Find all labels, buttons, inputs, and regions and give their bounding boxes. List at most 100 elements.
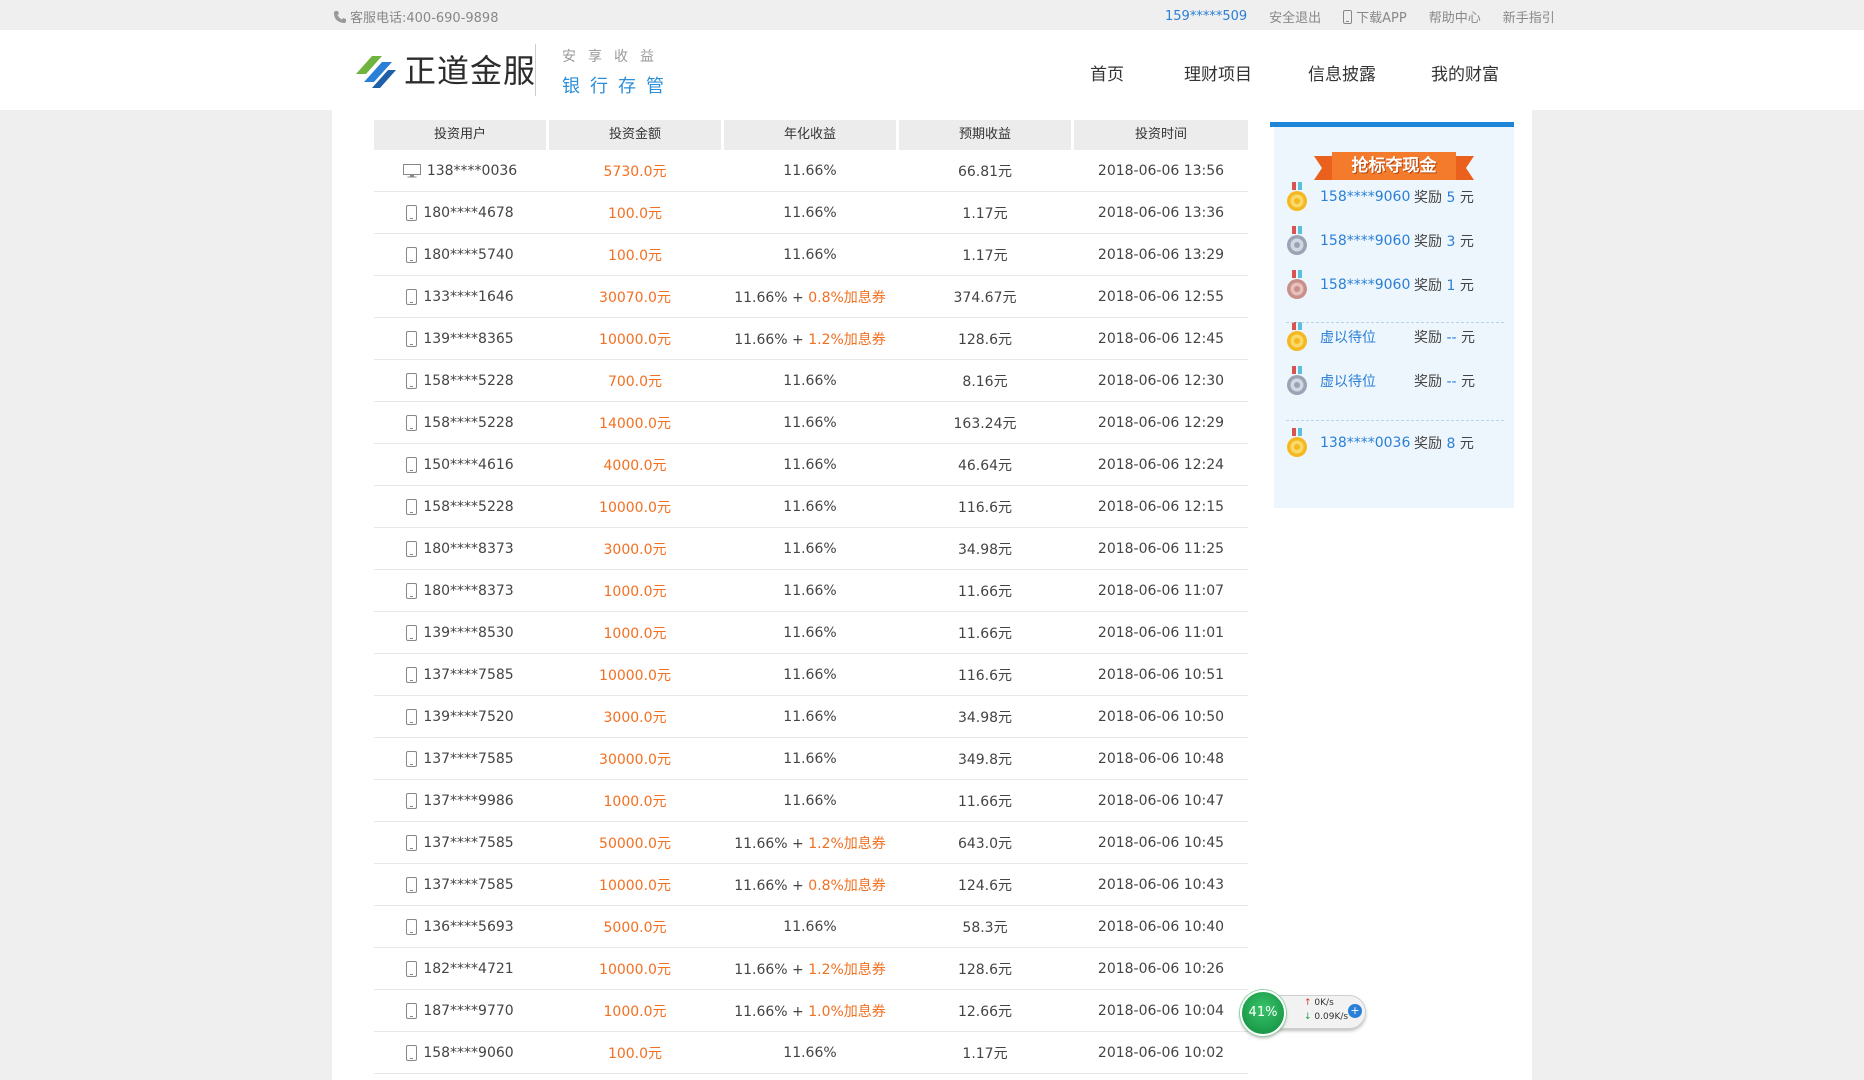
download-app-link[interactable]: 下载APP (1343, 7, 1407, 26)
slogan-line-1: 安享收益 (562, 49, 666, 65)
rate-text: 11.66% (783, 456, 837, 473)
cell-user: 180****8373 (374, 540, 546, 557)
rank-user: 虚以待位 (1320, 374, 1376, 390)
user-text: 182****4721 (423, 960, 514, 977)
reward-prefix: 奖励 (1414, 436, 1447, 452)
current-user-link[interactable]: 159*****509 (1165, 9, 1247, 24)
table-row: 180****5740 100.0元 11.66% 1.17元 2018-06-06 1… (374, 234, 1248, 276)
cell-time: 2018-06-06 10:26 (1097, 960, 1225, 977)
cell-user: 139****8365 (374, 330, 546, 347)
cell-time: 2018-06-06 10:45 (1097, 834, 1225, 851)
service-phone-text: 客服电话:400-690-9898 (350, 11, 499, 26)
mobile-icon (406, 414, 418, 431)
col-header-expected: 预期收益 (899, 120, 1071, 150)
cell-expected: 11.66元 (957, 793, 1013, 810)
nav-disclosure[interactable]: 信息披露 (1308, 60, 1376, 85)
upload-speed: ↑ 0K/s (1304, 998, 1334, 1008)
cell-amount: 100.0元 (607, 247, 663, 264)
user-text: 137****7585 (423, 834, 514, 851)
cell-expected: 1.17元 (962, 247, 1008, 264)
cell-rate: 11.66% (724, 583, 896, 599)
rank-reward: 奖励 -- 元 (1414, 371, 1475, 391)
mobile-icon (406, 1002, 418, 1019)
cell-expected: 163.24元 (953, 415, 1017, 432)
cell-amount: 10000.0元 (599, 961, 671, 978)
rate-text: 11.66% (783, 162, 837, 179)
cell-rate: 11.66% (724, 793, 896, 809)
beginner-guide-link[interactable]: 新手指引 (1503, 7, 1555, 26)
help-center-link[interactable]: 帮助中心 (1429, 7, 1481, 26)
table-row: 133****1646 30070.0元 11.66% + 0.8%加息券 374.6… (374, 276, 1248, 318)
cell-amount: 1000.0元 (603, 1003, 667, 1020)
cell-rate: 11.66% (724, 919, 896, 935)
table-body: 138****0036 5730.0元 11.66% 66.81元 2018-06-06… (374, 150, 1248, 1074)
cell-time: 2018-06-06 11:07 (1097, 582, 1225, 599)
mobile-icon (406, 876, 418, 893)
cell-expected: 11.66元 (957, 583, 1013, 600)
nav-projects[interactable]: 理财项目 (1184, 60, 1252, 85)
rank-user: 158****9060 (1320, 277, 1411, 293)
cell-time: 2018-06-06 12:45 (1097, 330, 1225, 347)
rate-text: 11.66% + (734, 289, 809, 306)
user-text: 180****8373 (423, 582, 514, 599)
desktop-icon (402, 163, 421, 177)
cell-user: 158****9060 (374, 1044, 546, 1061)
logo-text: 正道金服 (404, 52, 537, 90)
gold-medal-icon (1287, 322, 1307, 351)
cell-rate: 11.66% + 1.0%加息券 (724, 1001, 896, 1021)
mobile-icon (406, 960, 418, 977)
rank-user: 158****9060 (1320, 189, 1411, 205)
cell-expected: 8.16元 (962, 373, 1008, 390)
investment-table: 投资用户 投资金额 年化收益 预期收益 投资时间 138****0036 5730… (374, 120, 1248, 1074)
bonus-coupon-text: 1.2%加息券 (808, 331, 886, 348)
table-row: 180****8373 3000.0元 11.66% 34.98元 2018-06-06… (374, 528, 1248, 570)
cell-rate: 11.66% (724, 373, 896, 389)
cell-time: 2018-06-06 10:51 (1097, 666, 1225, 683)
download-speed-value: 0.09K/s (1314, 1012, 1349, 1022)
cell-amount: 30070.0元 (599, 289, 671, 306)
mobile-icon (406, 204, 418, 221)
col-header-user: 投资用户 (374, 120, 546, 150)
cell-rate: 11.66% (724, 751, 896, 767)
logo[interactable]: 正道金服 (352, 46, 536, 92)
rank-item: 138****0036 奖励 8 元 (1286, 428, 1474, 458)
cell-rate: 11.66% (724, 415, 896, 431)
mobile-icon (406, 834, 418, 851)
table-row: 158****5228 700.0元 11.66% 8.16元 2018-06-06 1… (374, 360, 1248, 402)
logout-link[interactable]: 安全退出 (1269, 7, 1321, 26)
rank-reward: 奖励 8 元 (1414, 433, 1474, 453)
rank-item: 虚以待位 奖励 -- 元 (1286, 322, 1475, 352)
cell-rate: 11.66% + 1.2%加息券 (724, 959, 896, 979)
plus-icon[interactable]: + (1348, 1004, 1362, 1018)
cell-expected: 12.66元 (957, 1003, 1013, 1020)
cell-amount: 700.0元 (607, 373, 663, 390)
table-row: 137****7585 10000.0元 11.66% 116.6元 2018-06-0… (374, 654, 1248, 696)
rate-text: 11.66% (783, 582, 837, 599)
cell-expected: 34.98元 (957, 541, 1013, 558)
rank-divider-2 (1286, 420, 1504, 421)
reward-amount: -- (1446, 330, 1457, 346)
reward-title: 抢标夺现金 (1351, 156, 1437, 176)
nav-my-wealth[interactable]: 我的财富 (1431, 60, 1499, 85)
nav-home[interactable]: 首页 (1090, 60, 1124, 85)
rate-text: 11.66% + (734, 961, 809, 978)
user-text: 136****5693 (423, 918, 514, 935)
user-text: 138****0036 (426, 162, 518, 179)
mobile-icon (406, 666, 418, 683)
rank-item: 158****9060 奖励 5 元 (1286, 182, 1474, 212)
network-speed-widget[interactable]: 41% ↑ 0K/s ↓ 0.09K/s + (1240, 990, 1368, 1036)
cell-rate: 11.66% + 0.8%加息券 (724, 875, 896, 895)
cell-user: 136****5693 (374, 918, 546, 935)
cell-expected: 349.8元 (957, 751, 1013, 768)
cell-rate: 11.66% (724, 1045, 896, 1061)
table-row: 139****8365 10000.0元 11.66% + 1.2%加息券 128.6… (374, 318, 1248, 360)
table-header: 投资用户 投资金额 年化收益 预期收益 投资时间 (374, 120, 1248, 150)
cell-expected: 11.66元 (957, 625, 1013, 642)
reward-prefix: 奖励 (1414, 330, 1447, 346)
table-row: 180****4678 100.0元 11.66% 1.17元 2018-06-06 1… (374, 192, 1248, 234)
rate-text: 11.66% (783, 666, 837, 683)
user-text: 150****4616 (423, 456, 514, 473)
cell-rate: 11.66% (724, 709, 896, 725)
cell-rate: 11.66% + 1.2%加息券 (724, 329, 896, 349)
top-links: 159*****509 安全退出 下载APP 帮助中心 新手指引 (1165, 7, 1577, 26)
